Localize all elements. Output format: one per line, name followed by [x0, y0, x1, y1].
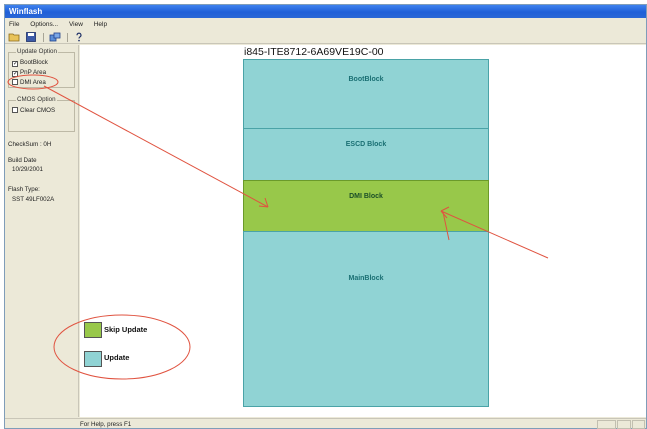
update-swatch — [84, 351, 102, 367]
update-label: Update — [104, 353, 130, 362]
clear-cmos-label: Clear CMOS — [20, 107, 56, 114]
status-panel — [597, 420, 616, 429]
mainblock-region[interactable]: MainBlock — [243, 231, 489, 407]
flash-icon[interactable] — [49, 32, 61, 42]
chip-title: i845-ITE8712-6A69VE19C-00 — [244, 46, 384, 58]
pnp-area-checkbox[interactable]: ✓ PnP Area — [12, 69, 46, 77]
bootblock-checkbox[interactable]: ✓ BootBlock — [12, 59, 48, 67]
skip-update-swatch — [84, 322, 102, 338]
bootblock-label: BootBlock — [20, 59, 48, 66]
bootblock-region[interactable]: BootBlock — [243, 59, 489, 129]
bootblock-region-label: BootBlock — [348, 76, 384, 83]
menu-bar: File Options... View Help — [5, 19, 646, 30]
toolbar — [5, 30, 646, 44]
dmi-block-region-label: DMI Block — [349, 193, 383, 200]
checksum-text: CheckSum : 0H — [8, 141, 52, 148]
pnp-area-label: PnP Area — [20, 69, 47, 76]
status-panel — [617, 420, 631, 429]
help-icon[interactable] — [73, 32, 85, 42]
toolbar-separator — [42, 33, 44, 42]
checkbox-box: ✓ — [12, 61, 19, 67]
skip-update-label: Skip Update — [104, 325, 148, 334]
checkbox-box: ✓ — [12, 71, 19, 77]
save-icon[interactable] — [25, 32, 37, 42]
build-date-label: Build Date — [8, 157, 37, 164]
flash-type-value: SST 49LF002A — [12, 196, 55, 203]
update-option-title: Update Option — [16, 48, 58, 55]
dmi-block-region[interactable]: DMI Block — [243, 180, 489, 232]
status-text: For Help, press F1 — [80, 421, 132, 428]
menu-help[interactable]: Help — [94, 21, 107, 28]
toolbar-separator — [66, 33, 68, 42]
options-pane: Update Option ✓ BootBlock ✓ PnP Area DMI A… — [5, 45, 79, 417]
clear-cmos-checkbox[interactable]: Clear CMOS — [12, 107, 55, 114]
dmi-area-checkbox[interactable]: DMI Area — [12, 79, 46, 86]
cmos-option-title: CMOS Option — [16, 96, 57, 103]
build-date-value: 10/29/2001 — [12, 166, 43, 173]
status-panel — [632, 420, 645, 429]
menu-file[interactable]: File — [9, 21, 19, 28]
status-bar: For Help, press F1 — [5, 418, 646, 429]
title-bar[interactable]: Winflash — [5, 5, 646, 18]
update-option-group: Update Option ✓ BootBlock ✓ PnP Area DMI A… — [8, 48, 75, 88]
flash-type-label: Flash Type: — [8, 186, 40, 193]
dmi-area-label: DMI Area — [20, 79, 46, 86]
mainblock-region-label: MainBlock — [348, 275, 384, 282]
open-icon[interactable] — [8, 32, 20, 42]
menu-options[interactable]: Options... — [30, 21, 58, 28]
escd-block-region[interactable]: ESCD Block — [243, 128, 489, 181]
cmos-option-group: CMOS Option Clear CMOS — [8, 96, 75, 132]
escd-block-region-label: ESCD Block — [345, 141, 387, 148]
window-title: Winflash — [9, 7, 43, 16]
menu-view[interactable]: View — [69, 21, 83, 28]
checkbox-box — [12, 107, 18, 113]
checkbox-box — [12, 79, 18, 85]
